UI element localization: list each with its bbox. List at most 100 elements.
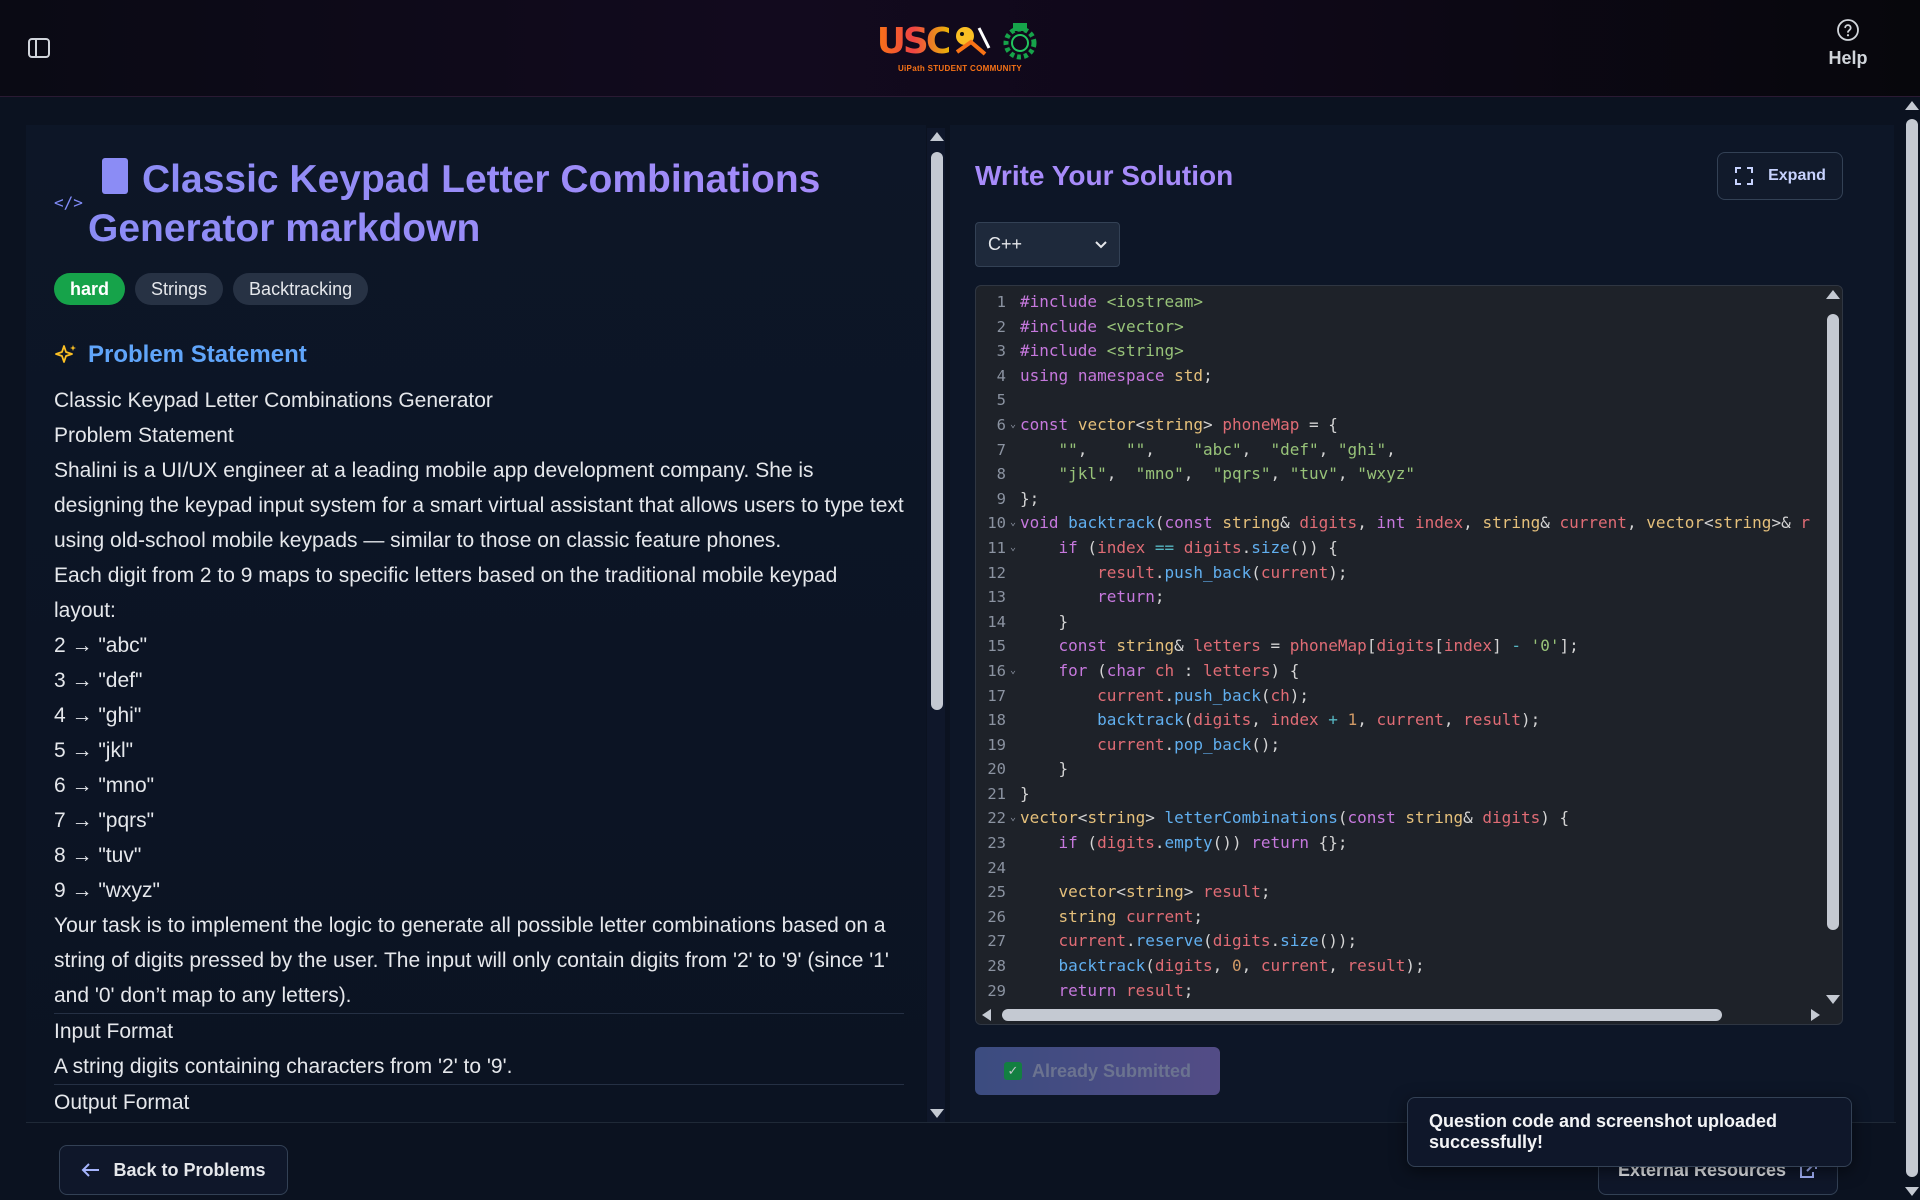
line-number: 2 [996,317,1006,336]
code-line[interactable]: 7 "", "", "abc", "def", "ghi", [976,438,1826,463]
fold-gutter [1006,708,1020,733]
fold-gutter [1006,905,1020,930]
fold-gutter [1006,733,1020,758]
code-line[interactable]: 28 backtrack(digits, 0, current, result)… [976,954,1826,979]
code-line[interactable]: 21} [976,782,1826,807]
keypad-mapping: 8 → "tuv" [54,844,142,867]
code-text: const vector<string> phoneMap = { [1020,414,1338,434]
scroll-up-arrow[interactable] [1905,101,1919,110]
fold-gutter [1006,856,1020,881]
tag-list: hard Strings Backtracking [54,273,896,305]
fold-gutter [1006,339,1020,364]
code-line[interactable]: 11 ⌄ if (index == digits.size()) { [976,536,1826,561]
logo-text: USC [876,20,953,62]
scroll-down-arrow[interactable] [930,1109,944,1118]
sidebar-toggle-icon[interactable] [28,38,52,60]
code-line[interactable]: 23 if (digits.empty()) return {}; [976,831,1826,856]
line-number: 10 [987,514,1006,533]
code-text: #include <vector> [1020,316,1184,336]
scroll-down-arrow[interactable] [1905,1187,1919,1196]
code-text: #include <string> [1020,341,1184,361]
code-line[interactable]: 27 current.reserve(digits.size()); [976,929,1826,954]
code-text: #include <iostream> [1020,292,1204,311]
line-number: 11 [987,538,1006,557]
code-text: return result; [1058,980,1194,1000]
fold-gutter [1006,979,1020,1004]
code-text: "", "", "abc", "def", "ghi", [1058,439,1396,459]
code-line[interactable]: 14 } [976,610,1826,635]
code-line[interactable]: 17 current.push_back(ch); [976,684,1826,709]
code-line[interactable]: 9}; [976,487,1826,512]
line-number: 12 [987,563,1006,582]
code-text: backtrack(digits, index + 1, current, re… [1097,710,1541,730]
fold-chevron-icon[interactable]: ⌄ [1006,536,1020,561]
scroll-up-arrow[interactable] [930,132,944,141]
code-text: string current; [1058,906,1204,926]
sparkle-icon [55,345,76,363]
book-icon [102,158,128,194]
code-line[interactable]: 16 ⌄ for (char ch : letters) { [976,659,1826,684]
fold-chevron-icon[interactable]: ⌄ [1006,413,1020,438]
code-line[interactable]: 15 const string& letters = phoneMap[digi… [976,634,1826,659]
code-line[interactable]: 22 ⌄ vector<string> letterCombinations(con… [976,806,1826,831]
expand-button[interactable]: Expand [1717,152,1843,200]
scroll-down-arrow[interactable] [1826,995,1840,1004]
code-line[interactable]: 10 ⌄ void backtrack(const string& digits, … [976,511,1826,536]
code-line[interactable]: 8 "jkl", "mno", "pqrs", "tuv", "wxyz" [976,462,1826,487]
scrollbar-thumb[interactable] [1827,314,1839,930]
code-line[interactable]: 18 backtrack(digits, index + 1, current,… [976,708,1826,733]
scrollbar-thumb[interactable] [931,152,943,710]
code-icon: </> [54,193,83,212]
line-number: 9 [996,489,1006,508]
fold-chevron-icon[interactable]: ⌄ [1006,659,1020,684]
problem-panel[interactable]: </> Classic Keypad Letter Combinations G… [26,125,926,1125]
problem-scrollbar[interactable] [927,128,945,1122]
keypad-mapping: 9 → "wxyz" [54,879,160,902]
code-line[interactable]: 12 result.push_back(current); [976,561,1826,586]
scroll-up-arrow[interactable] [1826,290,1840,299]
scroll-right-arrow[interactable] [1811,1009,1820,1021]
scrollbar-thumb[interactable] [1906,119,1918,1177]
code-line[interactable]: 24 [976,856,1826,881]
statement-paragraph: Your task is to implement the logic to g… [54,914,889,1007]
language-select[interactable]: C++ [975,222,1120,267]
code-line[interactable]: 6 ⌄ const vector<string> phoneMap = { [976,413,1826,438]
scroll-left-arrow[interactable] [982,1009,991,1021]
help-button[interactable]: Help [1820,18,1876,78]
fold-chevron-icon[interactable]: ⌄ [1006,806,1020,831]
already-submitted-button[interactable]: ✓ Already Submitted [975,1047,1220,1095]
code-line[interactable]: 5 [976,388,1826,413]
code-text: using namespace std; [1020,365,1213,385]
keypad-mapping: 5 → "jkl" [54,739,134,762]
code-text: if (digits.empty()) return {}; [1058,833,1348,853]
line-number: 25 [987,883,1006,902]
code-line[interactable]: 4 using namespace std; [976,364,1826,389]
code-line[interactable]: 2 #include <vector> [976,315,1826,340]
code-text: current.reserve(digits.size()); [1058,931,1358,951]
code-editor[interactable]: 1 #include <iostream> 2 #include <vector> 3 #… [975,285,1843,1025]
code-line[interactable]: 26 string current; [976,905,1826,930]
line-number: 21 [987,784,1006,803]
code-line[interactable]: 20 } [976,757,1826,782]
logo[interactable]: USC UiPath STUDENT COMMUNITY [876,20,1044,80]
code-line[interactable]: 19 current.pop_back(); [976,733,1826,758]
line-number: 15 [987,637,1006,656]
editor-horizontal-scrollbar[interactable] [976,1006,1826,1024]
line-number: 28 [987,957,1006,976]
fold-gutter [1006,462,1020,487]
code-line[interactable]: 13 return; [976,585,1826,610]
scrollbar-thumb[interactable] [1002,1009,1722,1021]
code-line[interactable]: 25 vector<string> result; [976,880,1826,905]
fold-gutter [1006,684,1020,709]
page-scrollbar[interactable] [1902,97,1920,1200]
line-number: 3 [996,342,1006,361]
code-line[interactable]: 1 #include <iostream> [976,290,1826,315]
code-line[interactable]: 29 return result; [976,979,1826,1004]
fold-chevron-icon[interactable]: ⌄ [1006,511,1020,536]
code-area[interactable]: 1 #include <iostream> 2 #include <vector> 3 #… [976,290,1826,1010]
editor-vertical-scrollbar[interactable] [1824,286,1842,1008]
code-text: current.pop_back(); [1097,734,1281,754]
input-format-text: A string digits containing characters fr… [54,1055,513,1078]
back-to-problems-button[interactable]: Back to Problems [59,1145,288,1195]
code-line[interactable]: 3 #include <string> [976,339,1826,364]
